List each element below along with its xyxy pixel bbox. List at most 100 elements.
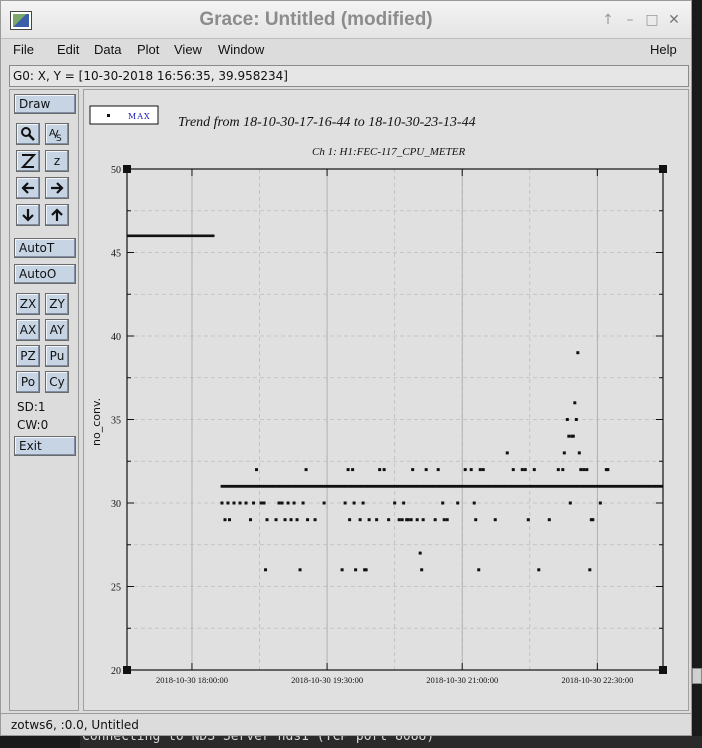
autot-button[interactable]: AutoT (14, 238, 76, 258)
menu-data[interactable]: Data (94, 42, 121, 57)
menu-edit[interactable]: Edit (57, 42, 79, 57)
autoo-button[interactable]: AutoO (14, 264, 76, 284)
cy-button[interactable]: Cy (45, 371, 69, 393)
menu-help[interactable]: Help (650, 42, 677, 57)
data-point (463, 468, 467, 472)
data-point (364, 568, 368, 572)
data-point (493, 518, 497, 522)
zx-button[interactable]: ZX (16, 293, 40, 315)
legend-label: MAX (128, 112, 151, 121)
scroll-left-button[interactable] (16, 177, 40, 199)
arrow-down-icon (22, 209, 34, 222)
ay-button[interactable]: AY (45, 319, 69, 341)
data-point (579, 468, 583, 472)
data-point (292, 501, 296, 505)
data-point (571, 434, 575, 438)
data-point (511, 468, 515, 472)
minimize-icon[interactable]: – (621, 11, 639, 29)
menu-window[interactable]: Window (218, 42, 264, 57)
data-point (556, 468, 560, 472)
data-point (220, 501, 224, 505)
maximize-icon[interactable]: □ (643, 11, 661, 29)
y-axis-ticks: 20 25 30 35 40 45 50 (111, 165, 663, 677)
pz-button[interactable]: PZ (16, 345, 40, 367)
plot-canvas[interactable]: 20 25 30 35 40 45 50 2018-10-30 18:00:00 2018-1… (83, 89, 689, 711)
trend-chart[interactable]: 20 25 30 35 40 45 50 2018-10-30 18:00:00 2018-1… (84, 90, 688, 710)
close-icon[interactable]: ✕ (665, 11, 683, 29)
data-point (576, 351, 580, 355)
text-tool-icon: AS (49, 128, 62, 142)
data-point (340, 568, 344, 572)
data-point (354, 568, 358, 572)
grid-lines (127, 169, 663, 670)
data-point (378, 468, 382, 472)
data-point (375, 518, 379, 522)
data-point (255, 468, 259, 472)
scroll-down-button[interactable] (16, 204, 40, 226)
terminal-background: Connecting to NDS Server nds1 (TCP port … (80, 736, 702, 748)
data-point (568, 501, 572, 505)
magnifier-icon (21, 127, 35, 141)
pu-button[interactable]: Pu (45, 345, 69, 367)
data-point (588, 568, 592, 572)
data-point (585, 468, 589, 472)
tool-panel: Draw AS z AutoT AutoO ZX ZY AX AY PZ Pu (9, 89, 79, 711)
po-button[interactable]: Po (16, 371, 40, 393)
data-point (469, 468, 473, 472)
data-point (382, 468, 386, 472)
data-point (361, 501, 365, 505)
data-point (264, 568, 268, 572)
draw-button[interactable]: Draw (14, 94, 76, 114)
status-text: zotws6, :0.0, Untitled (11, 718, 139, 732)
data-point (306, 518, 310, 522)
data-point (227, 518, 231, 522)
zy-button[interactable]: ZY (45, 293, 69, 315)
data-point (472, 501, 476, 505)
chart-title: Trend from 18-10-30-17-16-44 to 18-10-30… (178, 115, 476, 130)
grace-window: Grace: Untitled (modified) ↑ – □ ✕ File … (0, 0, 692, 736)
zoom-out-z-button[interactable]: z (45, 150, 69, 172)
autoscale-text-button[interactable]: AS (45, 123, 69, 145)
data-point (477, 568, 481, 572)
menu-plot[interactable]: Plot (137, 42, 159, 57)
legend-box[interactable]: MAX (89, 105, 159, 125)
data-point (351, 468, 355, 472)
data-point (223, 518, 227, 522)
data-point (232, 501, 236, 505)
scroll-up-button[interactable] (45, 204, 69, 226)
locator-readout: G0: X, Y = [10-30-2018 16:56:35, 39.9582… (13, 69, 288, 83)
data-point (573, 401, 577, 405)
set-count-label: SD:1 (17, 400, 46, 414)
locator-bar: G0: X, Y = [10-30-2018 16:56:35, 39.9582… (9, 65, 689, 87)
data-point (433, 518, 437, 522)
data-point-baseline (659, 484, 663, 488)
svg-text:S: S (56, 134, 62, 142)
data-point (343, 501, 347, 505)
scroll-right-button[interactable] (45, 177, 69, 199)
chart-subtitle: Ch 1: H1:FEC-117_CPU_METER (312, 146, 465, 158)
menu-file[interactable]: File (13, 42, 34, 57)
shade-up-icon[interactable]: ↑ (599, 11, 617, 29)
x-tick-label: 2018-10-30 19:30:00 (291, 675, 363, 685)
data-point (562, 451, 566, 455)
title-bar[interactable]: Grace: Untitled (modified) ↑ – □ ✕ (1, 1, 691, 39)
zoom-in-z-icon (20, 154, 36, 168)
y-tick-label: 30 (111, 499, 121, 510)
background-window-edge (692, 668, 702, 684)
zoom-magnifier-button[interactable] (16, 123, 40, 145)
data-point (397, 518, 401, 522)
data-point (505, 451, 509, 455)
data-point (456, 501, 460, 505)
ax-button[interactable]: AX (16, 319, 40, 341)
data-point (393, 501, 397, 505)
data-point (289, 518, 293, 522)
menu-view[interactable]: View (174, 42, 202, 57)
data-point (226, 501, 230, 505)
exit-button[interactable]: Exit (14, 436, 76, 456)
data-point (415, 518, 419, 522)
data-point (367, 518, 371, 522)
x-tick-label: 2018-10-30 18:00:00 (156, 675, 228, 685)
status-bar: zotws6, :0.0, Untitled (1, 713, 691, 735)
data-point (259, 501, 263, 505)
zoom-z-button[interactable] (16, 150, 40, 172)
